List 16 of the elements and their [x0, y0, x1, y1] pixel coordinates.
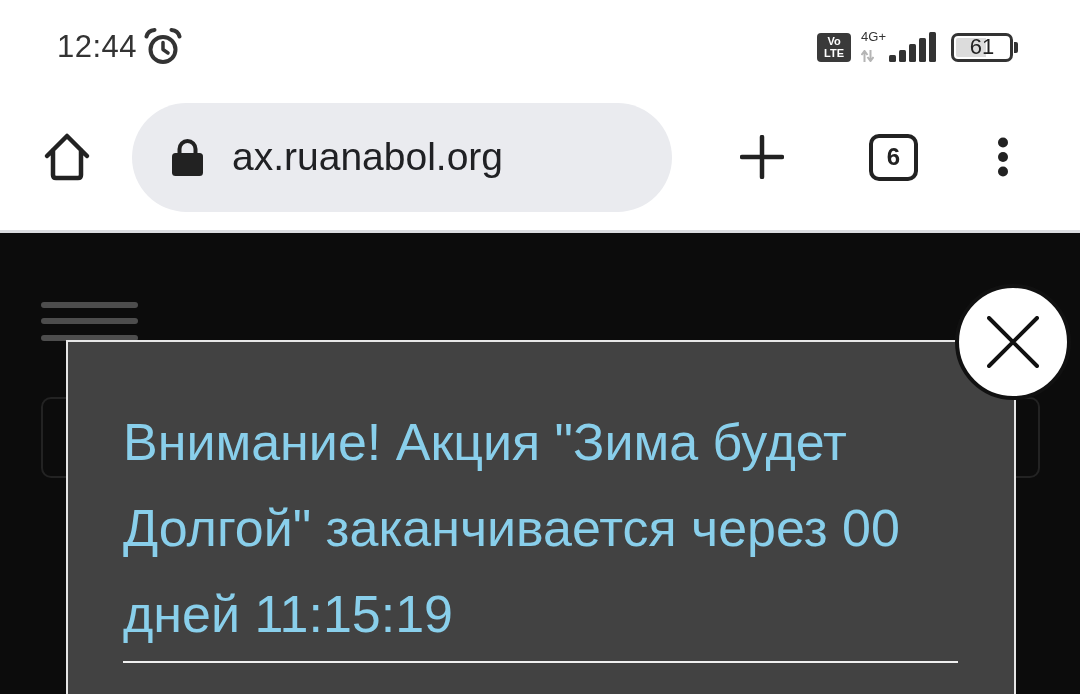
close-icon: [987, 316, 1039, 368]
network-type-label: 4G+: [861, 30, 886, 43]
plus-icon[interactable]: [740, 135, 784, 179]
volte-badge: Vo LTE: [817, 32, 852, 62]
promo-message: Внимание! Акция "Зима будет Долгой" заканчивается через 00 дней 11:15:19: [123, 412, 901, 645]
overflow-menu-icon[interactable]: [997, 137, 1009, 177]
battery-indicator: 61: [951, 32, 1018, 62]
alarm-clock-icon: [144, 28, 183, 66]
data-arrows-icon: [861, 50, 875, 62]
signal-icon: [889, 32, 937, 62]
tab-switcher-button[interactable]: 6: [869, 133, 918, 181]
menu-icon[interactable]: [41, 302, 138, 342]
address-bar[interactable]: ax.ruanabol.org: [132, 102, 672, 212]
home-icon[interactable]: [42, 132, 92, 182]
status-time: 12:44: [57, 29, 138, 65]
lock-icon: [172, 138, 203, 176]
